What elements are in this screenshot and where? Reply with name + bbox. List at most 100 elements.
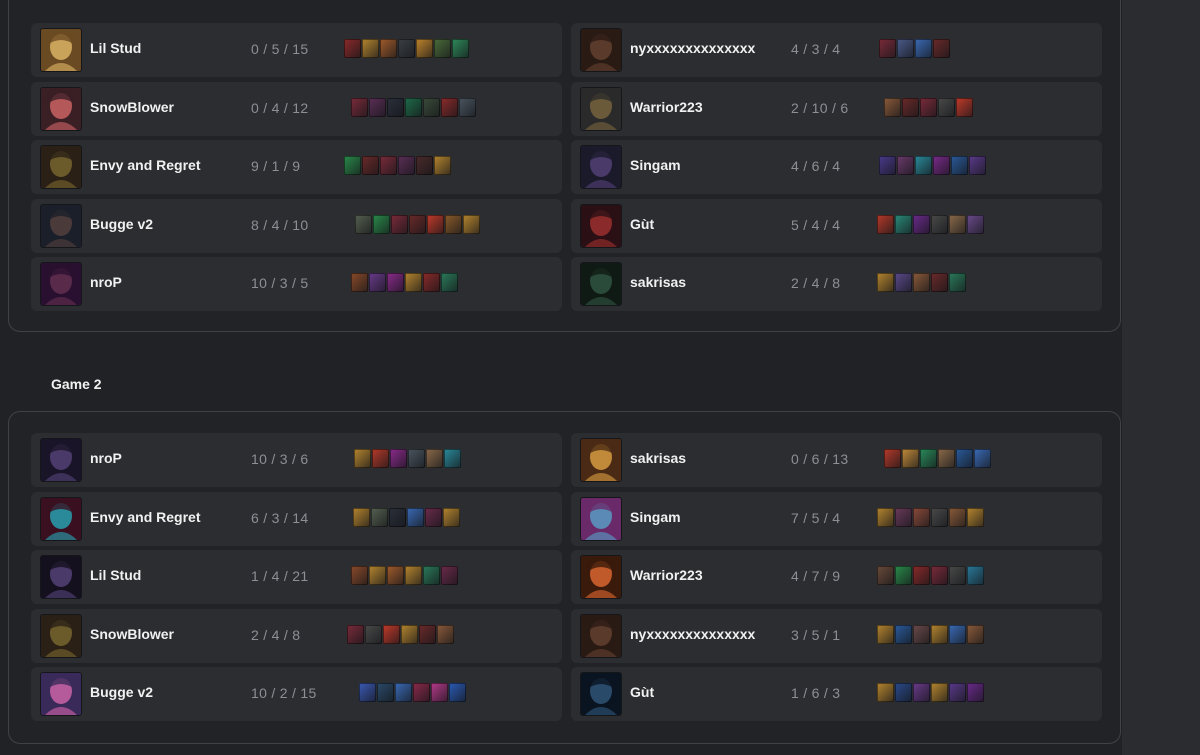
- item-icon[interactable]: [372, 449, 389, 468]
- item-icon[interactable]: [913, 683, 930, 702]
- item-icon[interactable]: [413, 683, 430, 702]
- item-icon[interactable]: [956, 449, 973, 468]
- item-icon[interactable]: [877, 273, 894, 292]
- item-icon[interactable]: [913, 273, 930, 292]
- item-icon[interactable]: [974, 449, 991, 468]
- item-icon[interactable]: [425, 507, 442, 527]
- player-name[interactable]: SnowBlower: [90, 99, 174, 115]
- player-row[interactable]: nroP 10 / 3 / 6: [31, 433, 562, 487]
- player-row[interactable]: sakrisas 0 / 6 / 13: [571, 433, 1102, 487]
- item-icon[interactable]: [419, 624, 436, 644]
- item-icon[interactable]: [877, 566, 894, 585]
- player-row[interactable]: Envy and Regret 6 / 3 / 14: [31, 491, 562, 546]
- item-icon[interactable]: [390, 449, 407, 468]
- item-icon[interactable]: [377, 683, 394, 702]
- item-icon[interactable]: [408, 449, 425, 468]
- item-icon[interactable]: [431, 683, 448, 702]
- item-icon[interactable]: [884, 97, 901, 117]
- item-icon[interactable]: [371, 507, 388, 527]
- item-icon[interactable]: [895, 624, 912, 644]
- item-icon[interactable]: [951, 156, 968, 175]
- item-icon[interactable]: [895, 214, 912, 234]
- item-icon[interactable]: [401, 624, 418, 644]
- item-icon[interactable]: [416, 156, 433, 175]
- item-icon[interactable]: [931, 683, 948, 702]
- item-icon[interactable]: [354, 449, 371, 468]
- item-icon[interactable]: [405, 97, 422, 117]
- item-icon[interactable]: [351, 273, 368, 292]
- item-icon[interactable]: [967, 214, 984, 234]
- item-icon[interactable]: [949, 566, 966, 585]
- item-icon[interactable]: [949, 507, 966, 527]
- player-row[interactable]: Warrior223 4 / 7 / 9: [571, 550, 1102, 604]
- item-icon[interactable]: [933, 39, 950, 58]
- item-icon[interactable]: [931, 566, 948, 585]
- item-icon[interactable]: [949, 214, 966, 234]
- item-icon[interactable]: [373, 214, 390, 234]
- item-icon[interactable]: [416, 39, 433, 58]
- player-row[interactable]: Envy and Regret 9 / 1 / 9: [31, 140, 562, 194]
- player-name[interactable]: Warrior223: [630, 99, 703, 115]
- item-icon[interactable]: [931, 273, 948, 292]
- item-icon[interactable]: [423, 97, 440, 117]
- item-icon[interactable]: [938, 97, 955, 117]
- player-name[interactable]: Lil Stud: [90, 40, 141, 56]
- item-icon[interactable]: [967, 683, 984, 702]
- player-row[interactable]: SnowBlower 0 / 4 / 12: [31, 81, 562, 136]
- player-name[interactable]: Bugge v2: [90, 684, 153, 700]
- item-icon[interactable]: [423, 566, 440, 585]
- item-icon[interactable]: [920, 97, 937, 117]
- item-icon[interactable]: [387, 273, 404, 292]
- item-icon[interactable]: [931, 507, 948, 527]
- player-name[interactable]: Envy and Regret: [90, 157, 200, 173]
- item-icon[interactable]: [931, 624, 948, 644]
- player-row[interactable]: nroP 10 / 3 / 5: [31, 257, 562, 311]
- player-name[interactable]: sakrisas: [630, 274, 686, 290]
- player-row[interactable]: Lil Stud 1 / 4 / 21: [31, 550, 562, 604]
- item-icon[interactable]: [877, 214, 894, 234]
- player-name[interactable]: sakrisas: [630, 450, 686, 466]
- item-icon[interactable]: [434, 156, 451, 175]
- item-icon[interactable]: [969, 156, 986, 175]
- player-row[interactable]: Lil Stud 0 / 5 / 15: [31, 23, 562, 77]
- item-icon[interactable]: [449, 683, 466, 702]
- item-icon[interactable]: [915, 156, 932, 175]
- item-icon[interactable]: [938, 449, 955, 468]
- item-icon[interactable]: [359, 683, 376, 702]
- player-row[interactable]: Warrior223 2 / 10 / 6: [571, 81, 1102, 136]
- item-icon[interactable]: [902, 97, 919, 117]
- item-icon[interactable]: [913, 566, 930, 585]
- item-icon[interactable]: [387, 97, 404, 117]
- player-row[interactable]: Gùt 1 / 6 / 3: [571, 667, 1102, 721]
- player-row[interactable]: nyxxxxxxxxxxxxxx 3 / 5 / 1: [571, 608, 1102, 663]
- item-icon[interactable]: [344, 39, 361, 58]
- item-icon[interactable]: [920, 449, 937, 468]
- item-icon[interactable]: [434, 39, 451, 58]
- item-icon[interactable]: [398, 39, 415, 58]
- item-icon[interactable]: [423, 273, 440, 292]
- item-icon[interactable]: [369, 566, 386, 585]
- item-icon[interactable]: [967, 566, 984, 585]
- item-icon[interactable]: [967, 624, 984, 644]
- item-icon[interactable]: [409, 214, 426, 234]
- item-icon[interactable]: [427, 214, 444, 234]
- item-icon[interactable]: [441, 97, 458, 117]
- player-name[interactable]: Envy and Regret: [90, 509, 200, 525]
- player-name[interactable]: Warrior223: [630, 567, 703, 583]
- player-row[interactable]: Bugge v2 8 / 4 / 10: [31, 198, 562, 253]
- item-icon[interactable]: [387, 566, 404, 585]
- item-icon[interactable]: [347, 624, 364, 644]
- item-icon[interactable]: [915, 39, 932, 58]
- player-name[interactable]: nroP: [90, 274, 122, 290]
- item-icon[interactable]: [407, 507, 424, 527]
- item-icon[interactable]: [445, 214, 462, 234]
- item-icon[interactable]: [437, 624, 454, 644]
- item-icon[interactable]: [895, 507, 912, 527]
- item-icon[interactable]: [405, 273, 422, 292]
- item-icon[interactable]: [884, 449, 901, 468]
- item-icon[interactable]: [369, 273, 386, 292]
- item-icon[interactable]: [351, 97, 368, 117]
- item-icon[interactable]: [398, 156, 415, 175]
- item-icon[interactable]: [902, 449, 919, 468]
- item-icon[interactable]: [949, 624, 966, 644]
